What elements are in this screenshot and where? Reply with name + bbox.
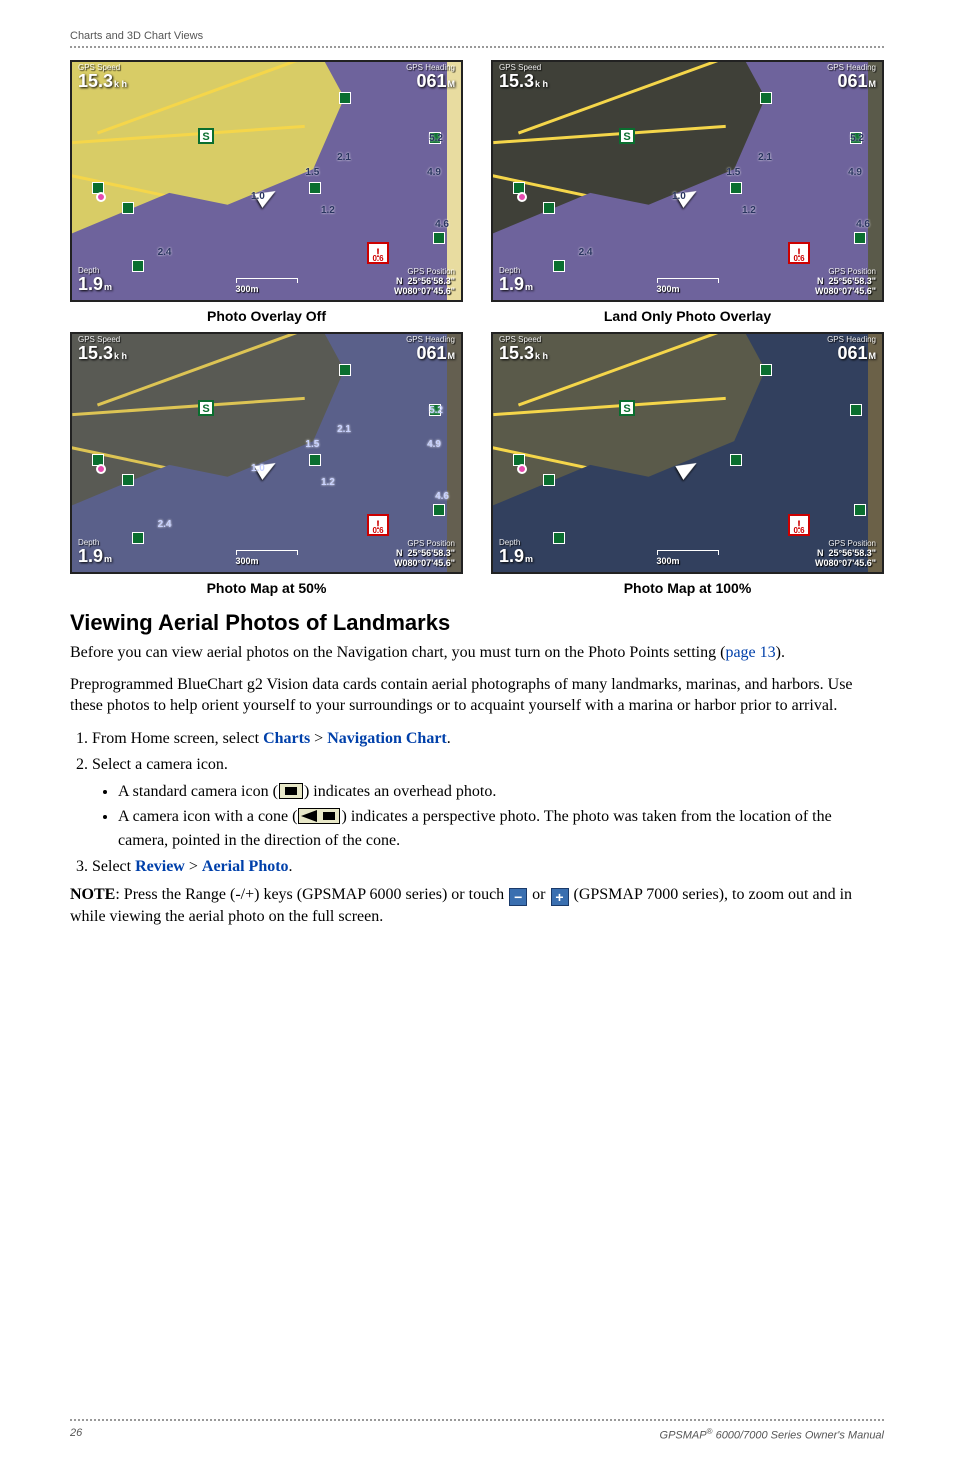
menu-item-charts: Charts <box>263 730 310 747</box>
figure-photo-50: 0.6 1.01.51.22.42.14.95.24.6 GPS Speed15… <box>70 332 463 596</box>
step-1: From Home screen, select Charts > Naviga… <box>92 727 884 750</box>
page-ref-link[interactable]: page 13 <box>725 644 775 661</box>
menu-item-navigation-chart: Navigation Chart <box>327 730 447 747</box>
chart-screenshot: 0.6 1.01.51.22.42.14.95.24.6 GPS Speed15… <box>491 60 884 302</box>
figure-caption: Photo Map at 100% <box>491 580 884 596</box>
section-title: Charts and 3D Chart Views <box>70 30 203 42</box>
gps-heading-readout: GPS Heading 061M <box>406 64 455 93</box>
zoom-in-icon: + <box>551 888 569 906</box>
scale-bar: 300m <box>236 278 298 294</box>
hazard-marker: 0.6 <box>367 242 389 264</box>
depth-readout: Depth 1.9m <box>78 267 112 296</box>
page-header: Charts and 3D Chart Views <box>70 30 884 48</box>
camera-icon <box>279 783 303 799</box>
section-heading: Viewing Aerial Photos of Landmarks <box>70 610 884 636</box>
note-paragraph: NOTE: Press the Range (-/+) keys (GPSMAP… <box>70 884 884 928</box>
camera-cone-icon <box>298 808 340 824</box>
step-3: Select Review > Aerial Photo. <box>92 855 884 878</box>
zoom-out-icon: − <box>509 888 527 906</box>
figure-caption: Photo Map at 50% <box>70 580 463 596</box>
figure-overlay-off: 0.6 1.01.51.22.42.14.95.24.6 GPS Speed 1… <box>70 60 463 324</box>
figure-caption: Land Only Photo Overlay <box>491 308 884 324</box>
figure-photo-100: 0.6 GPS Speed15.3k h GPS Heading061M Dep… <box>491 332 884 596</box>
step-2: Select a camera icon. A standard camera … <box>92 753 884 852</box>
manual-title: GPSMAP® 6000/7000 Series Owner's Manual <box>660 1427 884 1442</box>
intro-paragraph: Before you can view aerial photos on the… <box>70 642 884 664</box>
procedure-steps: From Home screen, select Charts > Naviga… <box>70 727 884 878</box>
page-number: 26 <box>70 1427 82 1442</box>
gps-speed-readout: GPS Speed 15.3k h <box>78 64 127 93</box>
figure-grid: 0.6 1.01.51.22.42.14.95.24.6 GPS Speed 1… <box>70 60 884 596</box>
chart-screenshot: 0.6 1.01.51.22.42.14.95.24.6 GPS Speed15… <box>70 332 463 574</box>
figure-caption: Photo Overlay Off <box>70 308 463 324</box>
gps-position-readout: GPS Position N 25°56'58.3" W080°07'45.6" <box>394 268 455 296</box>
chart-screenshot: 0.6 1.01.51.22.42.14.95.24.6 GPS Speed 1… <box>70 60 463 302</box>
chart-screenshot: 0.6 GPS Speed15.3k h GPS Heading061M Dep… <box>491 332 884 574</box>
step-2a: A standard camera icon () indicates an o… <box>118 780 884 803</box>
menu-item-review: Review <box>135 858 185 875</box>
step-2b: A camera icon with a cone () indicates a… <box>118 805 884 851</box>
hazard-marker: 0.6 <box>788 242 810 264</box>
figure-land-only: 0.6 1.01.51.22.42.14.95.24.6 GPS Speed15… <box>491 60 884 324</box>
menu-item-aerial-photo: Aerial Photo <box>202 858 289 875</box>
body-paragraph: Preprogrammed BlueChart g2 Vision data c… <box>70 674 884 717</box>
page-footer: 26 GPSMAP® 6000/7000 Series Owner's Manu… <box>70 1419 884 1442</box>
